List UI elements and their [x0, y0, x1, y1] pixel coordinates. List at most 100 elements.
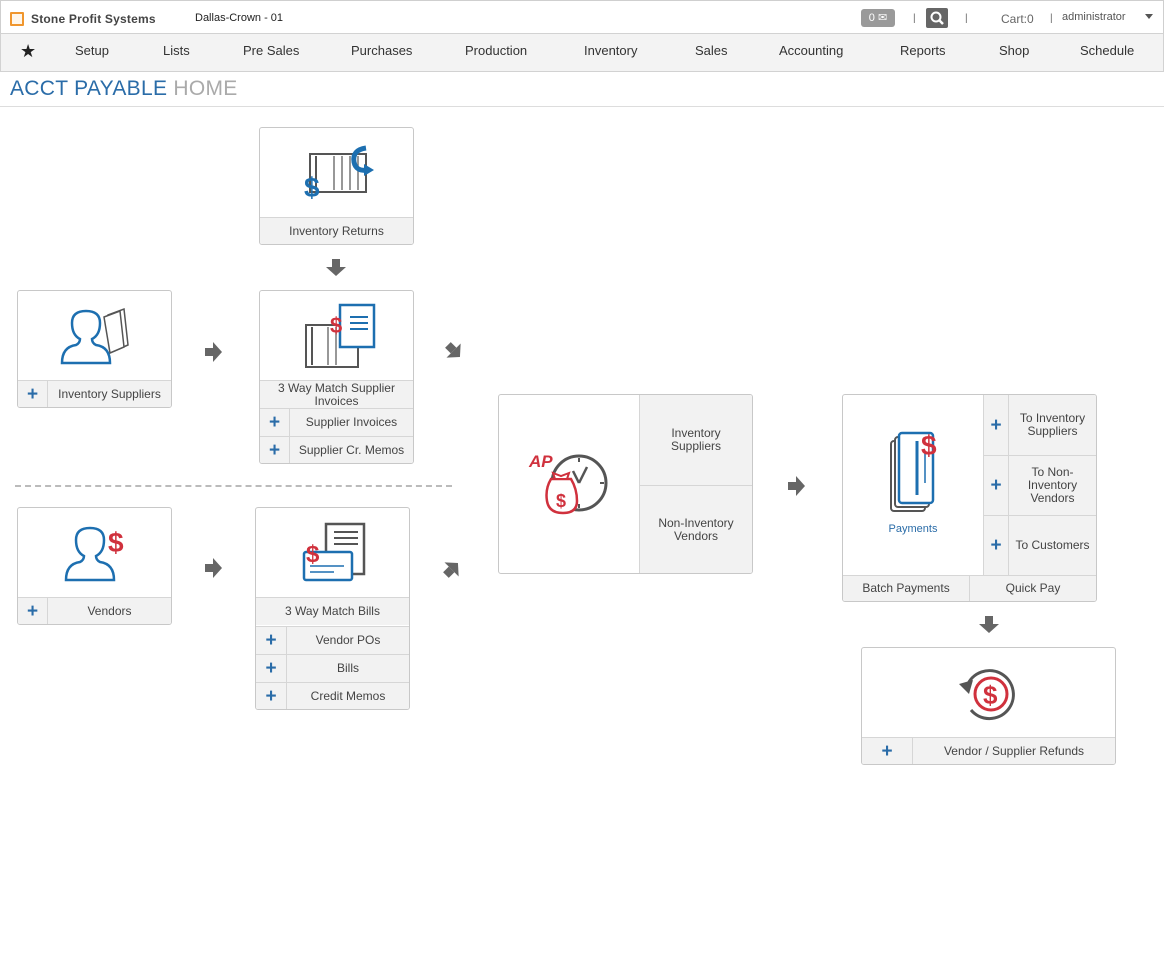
separator: |	[913, 13, 916, 24]
arrow-diagonal-down-icon	[445, 342, 461, 358]
messages-count: 0	[868, 12, 875, 24]
to-customers-label[interactable]: To Customers	[1009, 516, 1096, 575]
nav-reports[interactable]: Reports	[900, 43, 946, 58]
nav-shop[interactable]: Shop	[999, 43, 1029, 58]
add-bill-button[interactable]: +	[256, 655, 287, 682]
ap-non-inventory-vendors-label: Non-Inventory Vendors	[658, 515, 734, 543]
supplier-invoices-row: + Supplier Invoices	[260, 408, 413, 436]
vendor-supplier-refunds-label[interactable]: Vendor / Supplier Refunds	[913, 738, 1115, 764]
arrow-diagonal-up-icon	[443, 562, 459, 578]
favorites-star-icon[interactable]: ★	[20, 42, 36, 60]
chevron-down-icon[interactable]	[1145, 14, 1153, 19]
arrow-down-icon	[979, 616, 999, 633]
inventory-returns-label: Inventory Returns	[289, 223, 384, 238]
ap-inventory-suppliers-link[interactable]: Inventory Suppliers	[639, 395, 752, 485]
nav-schedule[interactable]: Schedule	[1080, 43, 1134, 58]
payments-card[interactable]: $ Payments + To Inventory Suppliers + To…	[842, 394, 1097, 602]
to-non-inventory-vendors-label[interactable]: To Non-Inventory Vendors	[1009, 456, 1096, 515]
add-supplier-cr-memo-button[interactable]: +	[260, 437, 290, 463]
vendor-pos-label[interactable]: Vendor POs	[287, 627, 409, 654]
divider	[0, 106, 1164, 107]
vendor-supplier-refunds-card[interactable]: $ + Vendor / Supplier Refunds	[861, 647, 1116, 765]
credit-memos-row: + Credit Memos	[256, 682, 409, 709]
svg-text:$: $	[921, 430, 937, 461]
location-selector[interactable]: Dallas-Crown - 01	[195, 12, 283, 24]
search-icon	[930, 11, 944, 25]
to-inventory-suppliers-row: + To Inventory Suppliers	[983, 395, 1096, 455]
inventory-returns-link[interactable]: Inventory Returns	[260, 217, 413, 244]
three-way-match-bills-title[interactable]: 3 Way Match Bills	[256, 597, 409, 625]
inventory-suppliers-row: + Inventory Suppliers	[18, 380, 171, 407]
envelope-icon: ✉	[877, 12, 888, 24]
supplier-invoices-label[interactable]: Supplier Invoices	[290, 409, 413, 436]
batch-payments-button[interactable]: Batch Payments	[843, 575, 970, 601]
ap-non-inventory-vendors-link[interactable]: Non-Inventory Vendors	[639, 485, 752, 573]
inventory-suppliers-label[interactable]: Inventory Suppliers	[48, 381, 171, 407]
nav-lists[interactable]: Lists	[163, 43, 190, 58]
supplier-person-icon	[60, 307, 129, 365]
page-title: ACCT PAYABLE HOME	[10, 77, 238, 101]
vendors-card[interactable]: $ + Vendors	[17, 507, 172, 625]
container-invoice-icon: $	[305, 303, 376, 368]
nav-sales[interactable]: Sales	[695, 43, 728, 58]
quick-pay-button[interactable]: Quick Pay	[970, 575, 1096, 601]
to-customers-row: + To Customers	[983, 515, 1096, 575]
three-way-match-supplier-title[interactable]: 3 Way Match Supplier Invoices	[260, 380, 413, 408]
search-button[interactable]	[926, 8, 948, 28]
vendors-label[interactable]: Vendors	[48, 598, 171, 624]
brand-logo-icon	[10, 12, 24, 26]
nav-setup[interactable]: Setup	[75, 43, 109, 58]
refund-cycle-icon: $	[959, 669, 1015, 721]
add-inventory-supplier-button[interactable]: +	[18, 381, 48, 407]
arrow-right-icon	[205, 558, 222, 578]
ap-aging-card[interactable]: $ AP Inventory Suppliers Non-Inventory V…	[498, 394, 753, 574]
add-payment-inventory-suppliers-button[interactable]: +	[984, 395, 1009, 455]
container-return-icon: $	[304, 145, 374, 202]
cart-link[interactable]: Cart:0	[1001, 12, 1034, 26]
messages-button[interactable]: 0 ✉	[861, 9, 895, 27]
payments-label[interactable]: Payments	[843, 523, 983, 535]
nav-production[interactable]: Production	[465, 43, 527, 58]
top-bar: Stone Profit Systems Dallas-Crown - 01 0…	[0, 0, 1164, 34]
add-vendor-button[interactable]: +	[18, 598, 48, 624]
nav-pre-sales[interactable]: Pre Sales	[243, 43, 299, 58]
supplier-cr-memos-label[interactable]: Supplier Cr. Memos	[290, 437, 413, 463]
arrow-right-icon	[205, 342, 222, 362]
vendor-pos-row: + Vendor POs	[256, 626, 409, 654]
add-payment-non-inventory-vendors-button[interactable]: +	[984, 456, 1009, 515]
nav-purchases[interactable]: Purchases	[351, 43, 412, 58]
bills-label[interactable]: Bills	[287, 655, 409, 682]
svg-text:$: $	[330, 313, 342, 338]
batch-payments-label: Batch Payments	[862, 581, 950, 595]
page-title-primary: ACCT PAYABLE	[10, 77, 168, 100]
add-vendor-po-button[interactable]: +	[256, 627, 287, 654]
svg-text:AP: AP	[528, 452, 553, 471]
svg-text:$: $	[108, 527, 124, 558]
user-menu[interactable]: administrator	[1062, 11, 1126, 23]
inventory-returns-card[interactable]: $ Inventory Returns	[259, 127, 414, 245]
vendors-row: + Vendors	[18, 597, 171, 624]
payment-cards-icon: $	[890, 430, 937, 512]
add-payment-customers-button[interactable]: +	[984, 516, 1009, 575]
brand-name: Stone Profit Systems	[31, 12, 156, 26]
svg-text:$: $	[556, 491, 566, 511]
three-way-match-supplier-card[interactable]: $ 3 Way Match Supplier Invoices + Suppli…	[259, 290, 414, 464]
add-credit-memo-button[interactable]: +	[256, 683, 287, 709]
supplier-cr-memos-row: + Supplier Cr. Memos	[260, 436, 413, 463]
to-inventory-suppliers-label[interactable]: To Inventory Suppliers	[1009, 395, 1096, 455]
nav-accounting[interactable]: Accounting	[779, 43, 843, 58]
separator: |	[1050, 13, 1053, 24]
separator: |	[965, 13, 968, 24]
three-way-match-supplier-label: 3 Way Match Supplier Invoices	[278, 380, 395, 408]
three-way-match-bills-label: 3 Way Match Bills	[285, 604, 380, 618]
credit-memos-label[interactable]: Credit Memos	[287, 683, 409, 709]
svg-text:$: $	[306, 541, 320, 568]
add-supplier-invoice-button[interactable]: +	[260, 409, 290, 436]
nav-inventory[interactable]: Inventory	[584, 43, 637, 58]
page-title-secondary: HOME	[173, 77, 238, 100]
vendor-person-icon: $	[64, 526, 124, 582]
svg-text:$: $	[304, 172, 320, 202]
inventory-suppliers-card[interactable]: + Inventory Suppliers	[17, 290, 172, 408]
three-way-match-bills-card[interactable]: $ 3 Way Match Bills + Vendor POs + Bills…	[255, 507, 410, 710]
add-refund-button[interactable]: +	[862, 738, 913, 764]
